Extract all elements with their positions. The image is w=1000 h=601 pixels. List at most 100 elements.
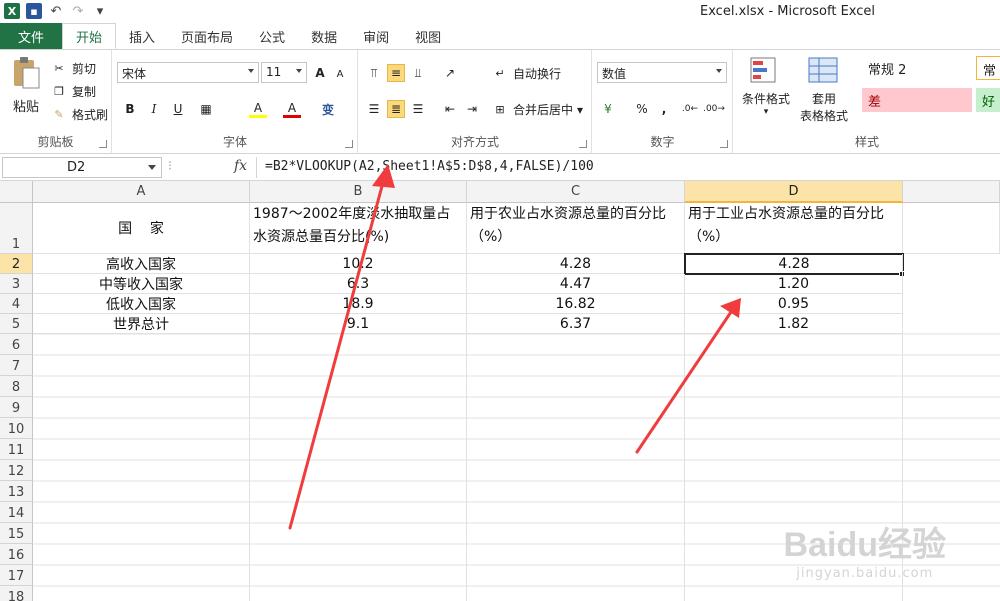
paste-button[interactable]: 粘贴 bbox=[6, 56, 46, 115]
cell-c2[interactable]: 4.28 bbox=[467, 254, 685, 274]
decrease-indent-icon[interactable]: ⇤ bbox=[441, 100, 459, 118]
cell-a3[interactable]: 中等收入国家 bbox=[33, 274, 250, 294]
cell-d4[interactable]: 0.95 bbox=[685, 294, 903, 314]
row-header-9[interactable]: 9 bbox=[0, 397, 33, 418]
column-header-d[interactable]: D bbox=[685, 181, 903, 203]
row-header-3[interactable]: 3 bbox=[0, 274, 33, 294]
align-right-icon[interactable]: ☰ bbox=[409, 100, 427, 118]
format-as-table-button[interactable]: 套用 表格格式 bbox=[794, 56, 854, 124]
cut-button[interactable]: ✂ 剪切 bbox=[50, 60, 96, 77]
cell-a5[interactable]: 世界总计 bbox=[33, 314, 250, 334]
tab-home[interactable]: 开始 bbox=[62, 23, 117, 49]
align-middle-icon[interactable]: ≡ bbox=[387, 64, 405, 82]
tab-formulas[interactable]: 公式 bbox=[246, 23, 298, 49]
align-center-icon[interactable]: ≣ bbox=[387, 100, 405, 118]
italic-button[interactable]: I bbox=[145, 100, 163, 118]
tab-review[interactable]: 审阅 bbox=[350, 23, 402, 49]
phonetic-button[interactable]: 变 bbox=[319, 100, 337, 118]
cell-a1[interactable]: 国 家 bbox=[33, 203, 250, 254]
align-top-icon[interactable]: ⫪ bbox=[365, 64, 383, 82]
row-header-6[interactable]: 6 bbox=[0, 334, 33, 355]
tab-page-layout[interactable]: 页面布局 bbox=[168, 23, 246, 49]
decrease-decimal-icon[interactable]: .00→ bbox=[703, 100, 725, 118]
align-left-icon[interactable]: ☰ bbox=[365, 100, 383, 118]
grow-font-button[interactable]: A bbox=[311, 64, 329, 82]
wrap-text-button[interactable]: ↵ 自动换行 bbox=[491, 65, 561, 82]
insert-function-button[interactable]: fx bbox=[234, 158, 247, 174]
align-bottom-icon[interactable]: ⫫ bbox=[409, 64, 427, 82]
customize-qat-icon[interactable]: ▾ bbox=[92, 3, 108, 19]
underline-button[interactable]: U bbox=[169, 100, 187, 118]
row-header-14[interactable]: 14 bbox=[0, 502, 33, 523]
column-header-a[interactable]: A bbox=[33, 181, 250, 203]
bold-button[interactable]: B bbox=[121, 100, 139, 118]
cell-style-good[interactable]: 好 bbox=[976, 88, 1000, 112]
number-launcher-icon[interactable] bbox=[720, 140, 728, 148]
tab-view[interactable]: 视图 bbox=[402, 23, 454, 49]
orientation-icon[interactable]: ↗ bbox=[441, 64, 459, 82]
cell-b1[interactable]: 1987～2002年度淡水抽取量占水资源总量百分比(%) bbox=[250, 203, 467, 254]
undo-icon[interactable]: ↶ bbox=[48, 3, 64, 19]
cell-a4[interactable]: 低收入国家 bbox=[33, 294, 250, 314]
row-header-10[interactable]: 10 bbox=[0, 418, 33, 439]
cell-d3[interactable]: 1.20 bbox=[685, 274, 903, 294]
shrink-font-button[interactable]: A bbox=[331, 65, 349, 83]
column-header-c[interactable]: C bbox=[467, 181, 685, 203]
font-size-select[interactable]: 11 bbox=[261, 62, 307, 83]
cell-style-normal2[interactable]: 常规 2 bbox=[862, 56, 972, 80]
save-icon[interactable]: ▪ bbox=[26, 3, 42, 19]
excel-app-icon[interactable]: X bbox=[4, 3, 20, 19]
increase-indent-icon[interactable]: ⇥ bbox=[463, 100, 481, 118]
cell-a2[interactable]: 高收入国家 bbox=[33, 254, 250, 274]
row-header-11[interactable]: 11 bbox=[0, 439, 33, 460]
row-header-2[interactable]: 2 bbox=[0, 254, 33, 274]
formula-input[interactable]: =B2*VLOOKUP(A2,Sheet1!A$5:D$8,4,FALSE)/1… bbox=[256, 157, 1000, 178]
redo-icon[interactable]: ↷ bbox=[70, 3, 86, 19]
cell-c5[interactable]: 6.37 bbox=[467, 314, 685, 334]
number-format-select[interactable]: 数值 bbox=[597, 62, 727, 83]
increase-decimal-icon[interactable]: .0← bbox=[681, 100, 699, 118]
cell-b2[interactable]: 10.2 bbox=[250, 254, 467, 274]
row-header-5[interactable]: 5 bbox=[0, 314, 33, 334]
row-header-8[interactable]: 8 bbox=[0, 376, 33, 397]
formula-bar-handle-icon[interactable]: ⁝ bbox=[168, 159, 174, 176]
alignment-launcher-icon[interactable] bbox=[579, 140, 587, 148]
row-header-1[interactable]: 1 bbox=[0, 203, 33, 254]
cell-style-normal[interactable]: 常 bbox=[976, 56, 1000, 80]
row-header-4[interactable]: 4 bbox=[0, 294, 33, 314]
fill-color-button[interactable]: A bbox=[249, 100, 267, 118]
font-color-button[interactable]: A bbox=[283, 100, 301, 118]
cell-c3[interactable]: 4.47 bbox=[467, 274, 685, 294]
row-header-17[interactable]: 17 bbox=[0, 565, 33, 586]
font-launcher-icon[interactable] bbox=[345, 140, 353, 148]
conditional-format-button[interactable]: 条件格式 ▾ bbox=[736, 56, 796, 117]
cell-b4[interactable]: 18.9 bbox=[250, 294, 467, 314]
cell-style-bad[interactable]: 差 bbox=[862, 88, 972, 112]
row-header-16[interactable]: 16 bbox=[0, 544, 33, 565]
select-all-corner[interactable] bbox=[0, 181, 33, 203]
column-header-e[interactable] bbox=[903, 181, 1000, 203]
cell-d5[interactable]: 1.82 bbox=[685, 314, 903, 334]
cell-c1[interactable]: 用于农业占水资源总量的百分比（%） bbox=[467, 203, 685, 254]
cell-b5[interactable]: 9.1 bbox=[250, 314, 467, 334]
copy-button[interactable]: ❐ 复制 bbox=[50, 83, 96, 100]
row-header-15[interactable]: 15 bbox=[0, 523, 33, 544]
tab-data[interactable]: 数据 bbox=[298, 23, 350, 49]
cell-b3[interactable]: 6.3 bbox=[250, 274, 467, 294]
merge-center-button[interactable]: ⊞ 合并后居中 ▾ bbox=[491, 101, 583, 118]
row-header-12[interactable]: 12 bbox=[0, 460, 33, 481]
tab-insert[interactable]: 插入 bbox=[116, 23, 168, 49]
cell-c4[interactable]: 16.82 bbox=[467, 294, 685, 314]
format-painter-button[interactable]: ✎ 格式刷 bbox=[50, 106, 108, 123]
percent-button[interactable]: % bbox=[633, 100, 651, 118]
comma-button[interactable]: , bbox=[655, 100, 673, 118]
row-header-7[interactable]: 7 bbox=[0, 355, 33, 376]
name-box[interactable]: D2 bbox=[2, 157, 162, 178]
currency-icon[interactable]: ¥ bbox=[599, 100, 617, 118]
column-header-b[interactable]: B bbox=[250, 181, 467, 203]
row-header-18[interactable]: 18 bbox=[0, 586, 33, 601]
merge-dropdown-icon[interactable]: ▾ bbox=[577, 103, 583, 117]
cell-d2[interactable]: 4.28 bbox=[684, 253, 904, 275]
tab-file[interactable]: 文件 bbox=[0, 23, 62, 49]
borders-icon[interactable]: ▦ bbox=[197, 100, 215, 118]
